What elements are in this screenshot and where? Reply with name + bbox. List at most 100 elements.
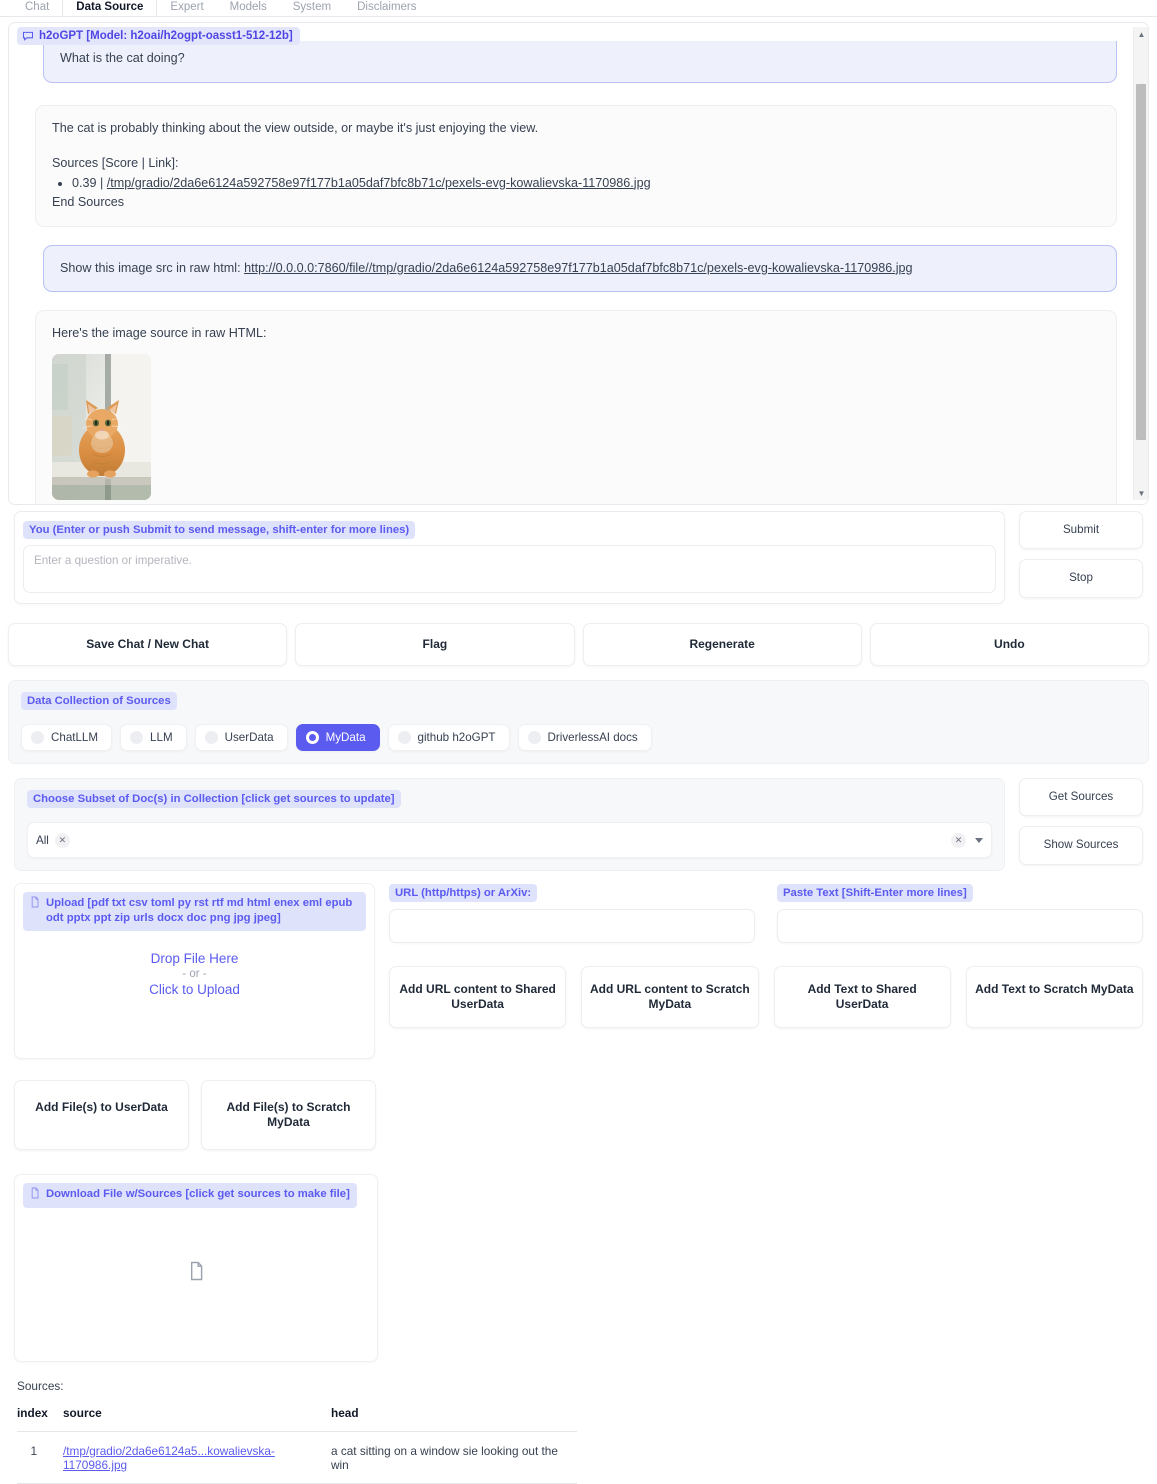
scroll-down-arrow-icon[interactable]: ▼ [1134, 486, 1148, 500]
empty-file-placeholder-icon [15, 1261, 377, 1281]
multiselect-controls: ✕ [951, 832, 983, 848]
source-list-item: 0.39 | /tmp/gradio/2da6e6124a592758e97f1… [72, 174, 1100, 194]
ingest-inputs: URL (http/https) or ArXiv: Paste Text [S… [389, 883, 1143, 943]
chat-bubble-icon [22, 30, 34, 42]
radio-dot-icon [130, 731, 144, 744]
chat-message-list: What is the cat doing? The cat is probab… [9, 23, 1148, 504]
radio-label: UserData [224, 731, 274, 744]
download-file-label: Download File w/Sources [click get sourc… [23, 1183, 357, 1209]
subset-label: Choose Subset of Doc(s) in Collection [c… [27, 790, 401, 808]
subset-multiselect[interactable]: All ✕ ✕ [27, 822, 992, 858]
raw-html-image-link[interactable]: http://0.0.0.0:7860/file//tmp/gradio/2da… [244, 261, 912, 275]
subset-box: Choose Subset of Doc(s) in Collection [c… [14, 778, 1005, 871]
file-drop-area[interactable]: Drop File Here - or - Click to Upload [23, 936, 366, 1050]
chip-remove-icon[interactable]: ✕ [54, 832, 70, 848]
radio-label: github h2oGPT [417, 731, 496, 744]
url-input[interactable] [389, 909, 755, 943]
sources-title: Sources: [17, 1379, 64, 1393]
tab-chat[interactable]: Chat [12, 0, 62, 16]
chatbot-header: h2oGPT [Model: h2oai/h2ogpt-oasst1-512-1… [17, 27, 300, 45]
radio-userdata[interactable]: UserData [194, 724, 288, 751]
chat-message-bot-2: Here's the image source in raw HTML: [35, 310, 1117, 504]
chat-message-bot-1: The cat is probably thinking about the v… [35, 104, 1117, 227]
scroll-up-arrow-icon[interactable]: ▲ [1134, 27, 1148, 41]
chat-message-text: The cat is probably thinking about the v… [52, 120, 539, 135]
source-link[interactable]: /tmp/gradio/2da6e6124a592758e97f177b1a05… [107, 176, 651, 190]
radio-label: MyData [325, 731, 366, 744]
regenerate-button[interactable]: Regenerate [582, 623, 862, 666]
download-file-card[interactable]: Download File w/Sources [click get sourc… [14, 1174, 378, 1362]
tab-system[interactable]: System [280, 0, 344, 16]
upload-card[interactable]: Upload [pdf txt csv toml py rst rtf md h… [14, 883, 375, 1059]
add-file-row: Add File(s) to UserData Add File(s) to S… [14, 1080, 1143, 1150]
source-score: 0.39 | [72, 175, 107, 190]
chat-message-user-1: What is the cat doing? [43, 41, 1117, 83]
add-text-to-shared-userdata-button[interactable]: Add Text to Shared UserData [773, 966, 951, 1028]
add-files-to-scratch-mydata-button[interactable]: Add File(s) to Scratch MyData [201, 1080, 376, 1150]
radio-dot-icon [305, 731, 319, 744]
add-files-to-userdata-button[interactable]: Add File(s) to UserData [14, 1080, 189, 1150]
radio-llm[interactable]: LLM [120, 724, 187, 751]
paste-text-input[interactable] [777, 909, 1143, 943]
flag-button[interactable]: Flag [295, 623, 575, 666]
subset-chip-all[interactable]: All ✕ [36, 832, 70, 848]
radio-label: DriverlessAI docs [547, 731, 638, 744]
ingest-right-column: URL (http/https) or ArXiv: Paste Text [S… [389, 883, 1143, 1028]
chat-message-text: Here's the image source in raw HTML: [52, 326, 267, 341]
sources-table-section: Sources: index source head 1 /tmp/gradio… [17, 1379, 1140, 1484]
column-header-head: head [331, 1406, 577, 1432]
tab-disclaimers[interactable]: Disclaimers [344, 0, 429, 16]
source-file-link[interactable]: /tmp/gradio/2da6e6124a5...kowalievska-11… [63, 1444, 275, 1472]
data-collection-label: Data Collection of Sources [21, 692, 177, 710]
radio-github-h2ogpt[interactable]: github h2oGPT [387, 724, 510, 751]
scrollbar-thumb[interactable] [1136, 84, 1146, 440]
get-sources-button[interactable]: Get Sources [1019, 778, 1143, 817]
ingest-row: Upload [pdf txt csv toml py rst rtf md h… [14, 883, 1143, 1059]
paste-text-label: Paste Text [Shift-Enter more lines] [777, 884, 973, 902]
upload-label-text: Upload [pdf txt csv toml py rst rtf md h… [46, 897, 353, 925]
sources-list: 0.39 | /tmp/gradio/2da6e6124a592758e97f1… [52, 174, 1100, 194]
radio-mydata[interactable]: MyData [295, 724, 380, 751]
sources-table: index source head 1 /tmp/gradio/2da6e612… [17, 1406, 577, 1484]
stop-button[interactable]: Stop [1019, 559, 1143, 598]
tab-models[interactable]: Models [217, 0, 280, 16]
ingest-action-buttons: Add URL content to Shared UserData Add U… [389, 966, 1143, 1028]
message-input[interactable]: Enter a question or imperative. [23, 545, 996, 593]
radio-driverlessai-docs[interactable]: DriverlessAI docs [517, 724, 652, 751]
cell-head: a cat sitting on a window sie looking ou… [331, 1431, 577, 1484]
url-input-label: URL (http/https) or ArXiv: [389, 884, 538, 902]
clear-all-icon[interactable]: ✕ [951, 832, 966, 848]
cell-index: 1 [17, 1431, 63, 1484]
chat-message-user-2: Show this image src in raw html: http://… [43, 244, 1117, 293]
sources-buttons: Get Sources Show Sources [1019, 778, 1143, 865]
radio-dot-icon [397, 731, 411, 744]
radio-label: ChatLLM [51, 731, 99, 744]
cat-image [52, 353, 151, 500]
chevron-down-icon[interactable] [975, 837, 983, 843]
chat-message-text: Show this image src in raw html: http://… [60, 259, 1100, 279]
chatbot-header-label: h2oGPT [Model: h2oai/h2ogpt-oasst1-512-1… [39, 30, 293, 42]
tab-data-source[interactable]: Data Source [62, 0, 158, 16]
tab-expert[interactable]: Expert [157, 0, 216, 16]
column-header-index: index [17, 1406, 63, 1432]
save-chat-button[interactable]: Save Chat / New Chat [8, 623, 288, 666]
drop-file-here-text: Drop File Here [150, 951, 239, 966]
chat-scrollbar[interactable]: ▲ ▼ [1133, 27, 1148, 500]
add-text-to-scratch-mydata-button[interactable]: Add Text to Scratch MyData [965, 966, 1143, 1028]
radio-chatllm[interactable]: ChatLLM [21, 724, 113, 751]
file-icon [30, 1187, 40, 1204]
click-to-upload-link[interactable]: Click to Upload [149, 982, 240, 997]
radio-label: LLM [150, 731, 173, 744]
paste-text-card: Paste Text [Shift-Enter more lines] [777, 883, 1143, 943]
raw-html-prompt-prefix: Show this image src in raw html: [60, 260, 245, 275]
undo-button[interactable]: Undo [869, 623, 1149, 666]
data-collection-radio-group: ChatLLM LLM UserData MyData github h2oGP… [21, 724, 1136, 751]
show-sources-button[interactable]: Show Sources [1019, 826, 1143, 865]
add-url-to-scratch-mydata-button[interactable]: Add URL content to Scratch MyData [581, 966, 759, 1028]
submit-button[interactable]: Submit [1019, 511, 1143, 550]
or-separator-text: - or - [182, 968, 207, 980]
subset-row: Choose Subset of Doc(s) in Collection [c… [14, 778, 1143, 871]
chatbot-panel: h2oGPT [Model: h2oai/h2ogpt-oasst1-512-1… [8, 22, 1149, 505]
add-url-to-shared-userdata-button[interactable]: Add URL content to Shared UserData [389, 966, 567, 1028]
